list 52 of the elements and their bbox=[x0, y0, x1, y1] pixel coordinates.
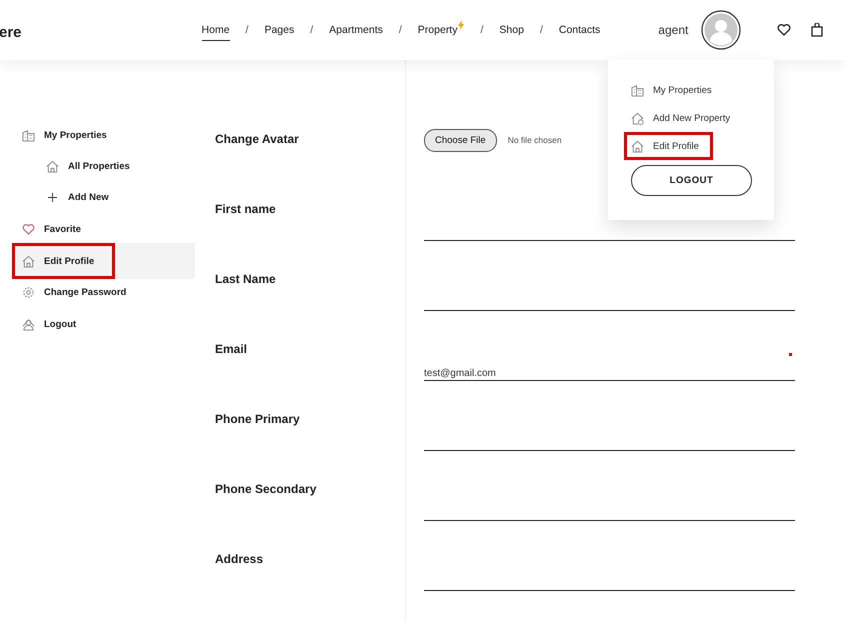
sidebar-item[interactable]: Change Password bbox=[12, 277, 140, 308]
nav-separator: / bbox=[310, 24, 314, 36]
menu-item[interactable]: Add New Property bbox=[624, 104, 744, 132]
item-label: Change Password bbox=[44, 287, 126, 298]
field-label: Last Name bbox=[214, 271, 277, 288]
sidebar-subitem[interactable]: All Properties bbox=[12, 152, 195, 180]
field-label: Phone Secondary bbox=[214, 481, 318, 498]
user-name[interactable]: agent bbox=[658, 23, 688, 37]
sidebar-item[interactable]: My Properties bbox=[12, 120, 120, 151]
nav-separator: / bbox=[246, 24, 248, 36]
sidebar-subitem[interactable]: Add New bbox=[12, 183, 195, 211]
building-icon bbox=[22, 129, 35, 142]
nav-link[interactable]: Property bbox=[418, 20, 464, 40]
sidebar-item[interactable]: Favorite bbox=[12, 214, 115, 245]
nav-link[interactable]: Home bbox=[202, 20, 230, 40]
house-icon bbox=[22, 254, 35, 268]
nav-link[interactable]: Apartments bbox=[329, 20, 383, 40]
avatar-icon[interactable] bbox=[701, 10, 742, 50]
field-label: First name bbox=[214, 201, 277, 218]
file-status: No file chosen bbox=[508, 135, 562, 145]
field-label: Address bbox=[214, 551, 264, 568]
menu-item[interactable]: My Properties bbox=[624, 76, 726, 104]
house-icon bbox=[631, 112, 644, 124]
plus-icon bbox=[48, 192, 57, 202]
heart-icon bbox=[22, 224, 35, 235]
shopping-bag-icon[interactable] bbox=[811, 23, 824, 37]
nav-separator: / bbox=[480, 24, 484, 36]
person-icon bbox=[22, 318, 35, 331]
input-field[interactable]: test@gmail.com bbox=[424, 349, 795, 381]
sidebar-item[interactable]: Logout bbox=[12, 309, 115, 340]
choose-file-button[interactable]: Choose File bbox=[424, 128, 497, 152]
sidebar-item[interactable]: Edit Profile bbox=[12, 243, 115, 279]
house-icon bbox=[631, 140, 644, 152]
nav-separator: / bbox=[540, 24, 543, 36]
nav-link[interactable]: Contacts bbox=[558, 20, 600, 40]
building-icon bbox=[631, 84, 644, 96]
lightning-icon bbox=[458, 20, 464, 30]
item-label: My Properties bbox=[44, 130, 107, 141]
nav-separator: / bbox=[398, 24, 402, 36]
field-label: Email bbox=[214, 341, 248, 358]
heart-icon[interactable] bbox=[777, 24, 792, 36]
house-icon bbox=[46, 160, 59, 172]
nav-link[interactable]: Pages bbox=[264, 20, 294, 40]
item-label: Logout bbox=[44, 319, 76, 330]
item-label: Edit Profile bbox=[44, 256, 94, 266]
nav-link[interactable]: Shop bbox=[499, 20, 524, 40]
field-label: Phone Primary bbox=[214, 411, 301, 428]
field-label: Change Avatar bbox=[214, 131, 300, 148]
gear-icon bbox=[22, 286, 35, 299]
logout-button[interactable]: LOGOUT bbox=[631, 165, 752, 196]
item-label: Favorite bbox=[44, 224, 81, 235]
menu-item[interactable]: Edit Profile bbox=[624, 132, 713, 160]
